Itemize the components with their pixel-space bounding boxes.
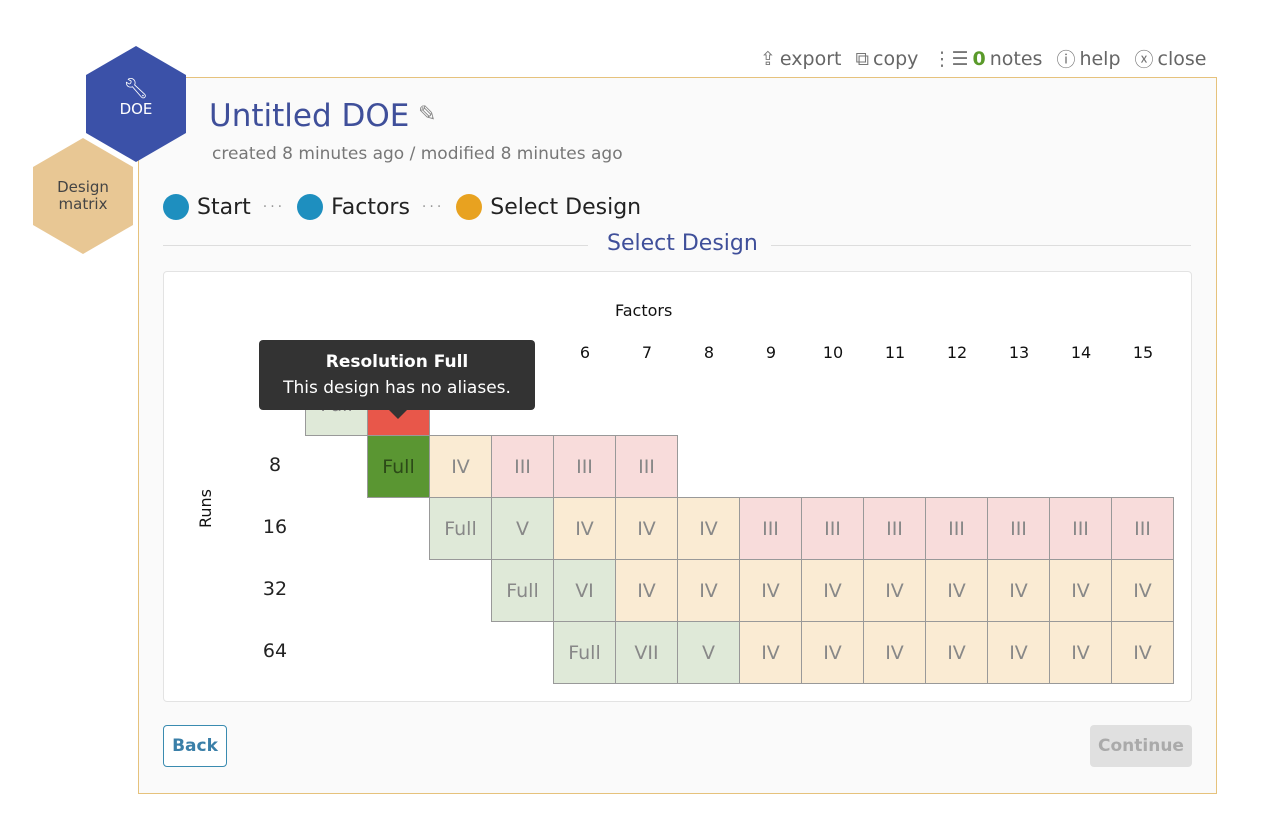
factor-header: 9 [765,343,777,362]
step-select-design[interactable]: Select Design [490,195,641,220]
runs-axis-label: Runs [196,488,215,528]
design-cell[interactable]: IV [925,559,988,622]
factors-axis-label: Factors [615,301,673,320]
close-button[interactable]: ⓧ close [1135,45,1207,72]
divider [771,245,1191,246]
design-cell[interactable]: IV [615,497,678,560]
factor-header: 7 [641,343,653,362]
runs-label: 32 [262,578,288,600]
design-cell[interactable]: IV [677,497,740,560]
page-meta: created 8 minutes ago / modified 8 minut… [212,144,623,164]
stepper: Start ··· Factors ··· Select Design [163,194,641,220]
design-cell[interactable]: III [925,497,988,560]
design-cell[interactable]: IV [801,621,864,684]
factor-header: 12 [946,343,968,362]
help-button[interactable]: ⓘ help [1056,45,1120,72]
tooltip: Resolution Full This design has no aliase… [259,340,535,410]
design-cell[interactable]: III [1111,497,1174,560]
design-cell[interactable]: III [987,497,1050,560]
copy-button[interactable]: ⧉ copy [855,48,918,70]
step-factors[interactable]: Factors [331,195,410,220]
factor-header: 10 [822,343,844,362]
design-cell[interactable]: IV [1111,621,1174,684]
design-cell[interactable]: Full [429,497,492,560]
design-cell[interactable]: IV [863,621,926,684]
runs-label: 64 [262,640,288,662]
design-cell[interactable]: IV [739,559,802,622]
design-matrix-hex[interactable]: Design matrix [33,138,133,254]
section-title: Select Design [607,231,758,256]
factor-header: 13 [1008,343,1030,362]
copy-icon: ⧉ [855,47,870,70]
design-cell[interactable]: IV [801,559,864,622]
design-cell[interactable]: Full [491,559,554,622]
design-cell[interactable]: VI [553,559,616,622]
design-cell[interactable]: IV [925,621,988,684]
design-cell[interactable]: III [553,435,616,498]
back-button[interactable]: Back [163,725,227,767]
design-cell[interactable]: IV [1049,559,1112,622]
design-cell[interactable]: V [491,497,554,560]
step-start[interactable]: Start [197,195,251,220]
toolbar: ⇪ export ⧉ copy ⋮☰ 0 notes ⓘ help ⓧ close [760,45,1207,72]
divider [163,245,588,246]
design-cell[interactable]: IV [987,559,1050,622]
design-cell-selected[interactable]: Full [367,435,430,498]
close-icon: ⓧ [1134,49,1154,71]
continue-button[interactable]: Continue [1090,725,1192,767]
design-cell[interactable]: III [739,497,802,560]
design-cell[interactable]: III [863,497,926,560]
design-cell[interactable]: VII [615,621,678,684]
factor-header: 8 [703,343,715,362]
edit-title-icon[interactable]: ✎ [418,102,436,127]
page-title: Untitled DOE [209,98,410,134]
design-cell[interactable]: IV [739,621,802,684]
notes-button[interactable]: ⋮☰ 0 notes [932,48,1042,70]
step-dot-factors [297,194,324,220]
design-cell[interactable]: IV [1111,559,1174,622]
help-icon: ⓘ [1056,49,1076,71]
runs-label: 8 [268,454,282,476]
notes-count: 0 [972,47,986,70]
tooltip-arrow [389,410,407,419]
design-cell[interactable]: IV [553,497,616,560]
design-cell[interactable]: III [491,435,554,498]
design-cell[interactable]: IV [1049,621,1112,684]
design-cell[interactable]: IV [677,559,740,622]
factor-header: 11 [884,343,906,362]
factor-header: 15 [1132,343,1154,362]
design-cell[interactable]: III [1049,497,1112,560]
step-dot-select-design [456,194,483,220]
design-cell[interactable]: Full [553,621,616,684]
design-cell[interactable]: III [615,435,678,498]
design-cell[interactable]: IV [863,559,926,622]
design-cell[interactable]: IV [429,435,492,498]
design-cell[interactable]: IV [987,621,1050,684]
design-cell[interactable]: IV [615,559,678,622]
design-cell[interactable]: III [801,497,864,560]
runs-label: 16 [262,516,288,538]
wrench-icon: 🔧︎ [123,76,149,100]
design-cell[interactable]: V [677,621,740,684]
step-dot-start [163,194,189,220]
list-icon: ⋮☰ [932,47,969,70]
export-button[interactable]: ⇪ export [760,48,841,70]
factor-header: 14 [1070,343,1092,362]
export-icon: ⇪ [760,47,776,70]
factor-header: 6 [579,343,591,362]
